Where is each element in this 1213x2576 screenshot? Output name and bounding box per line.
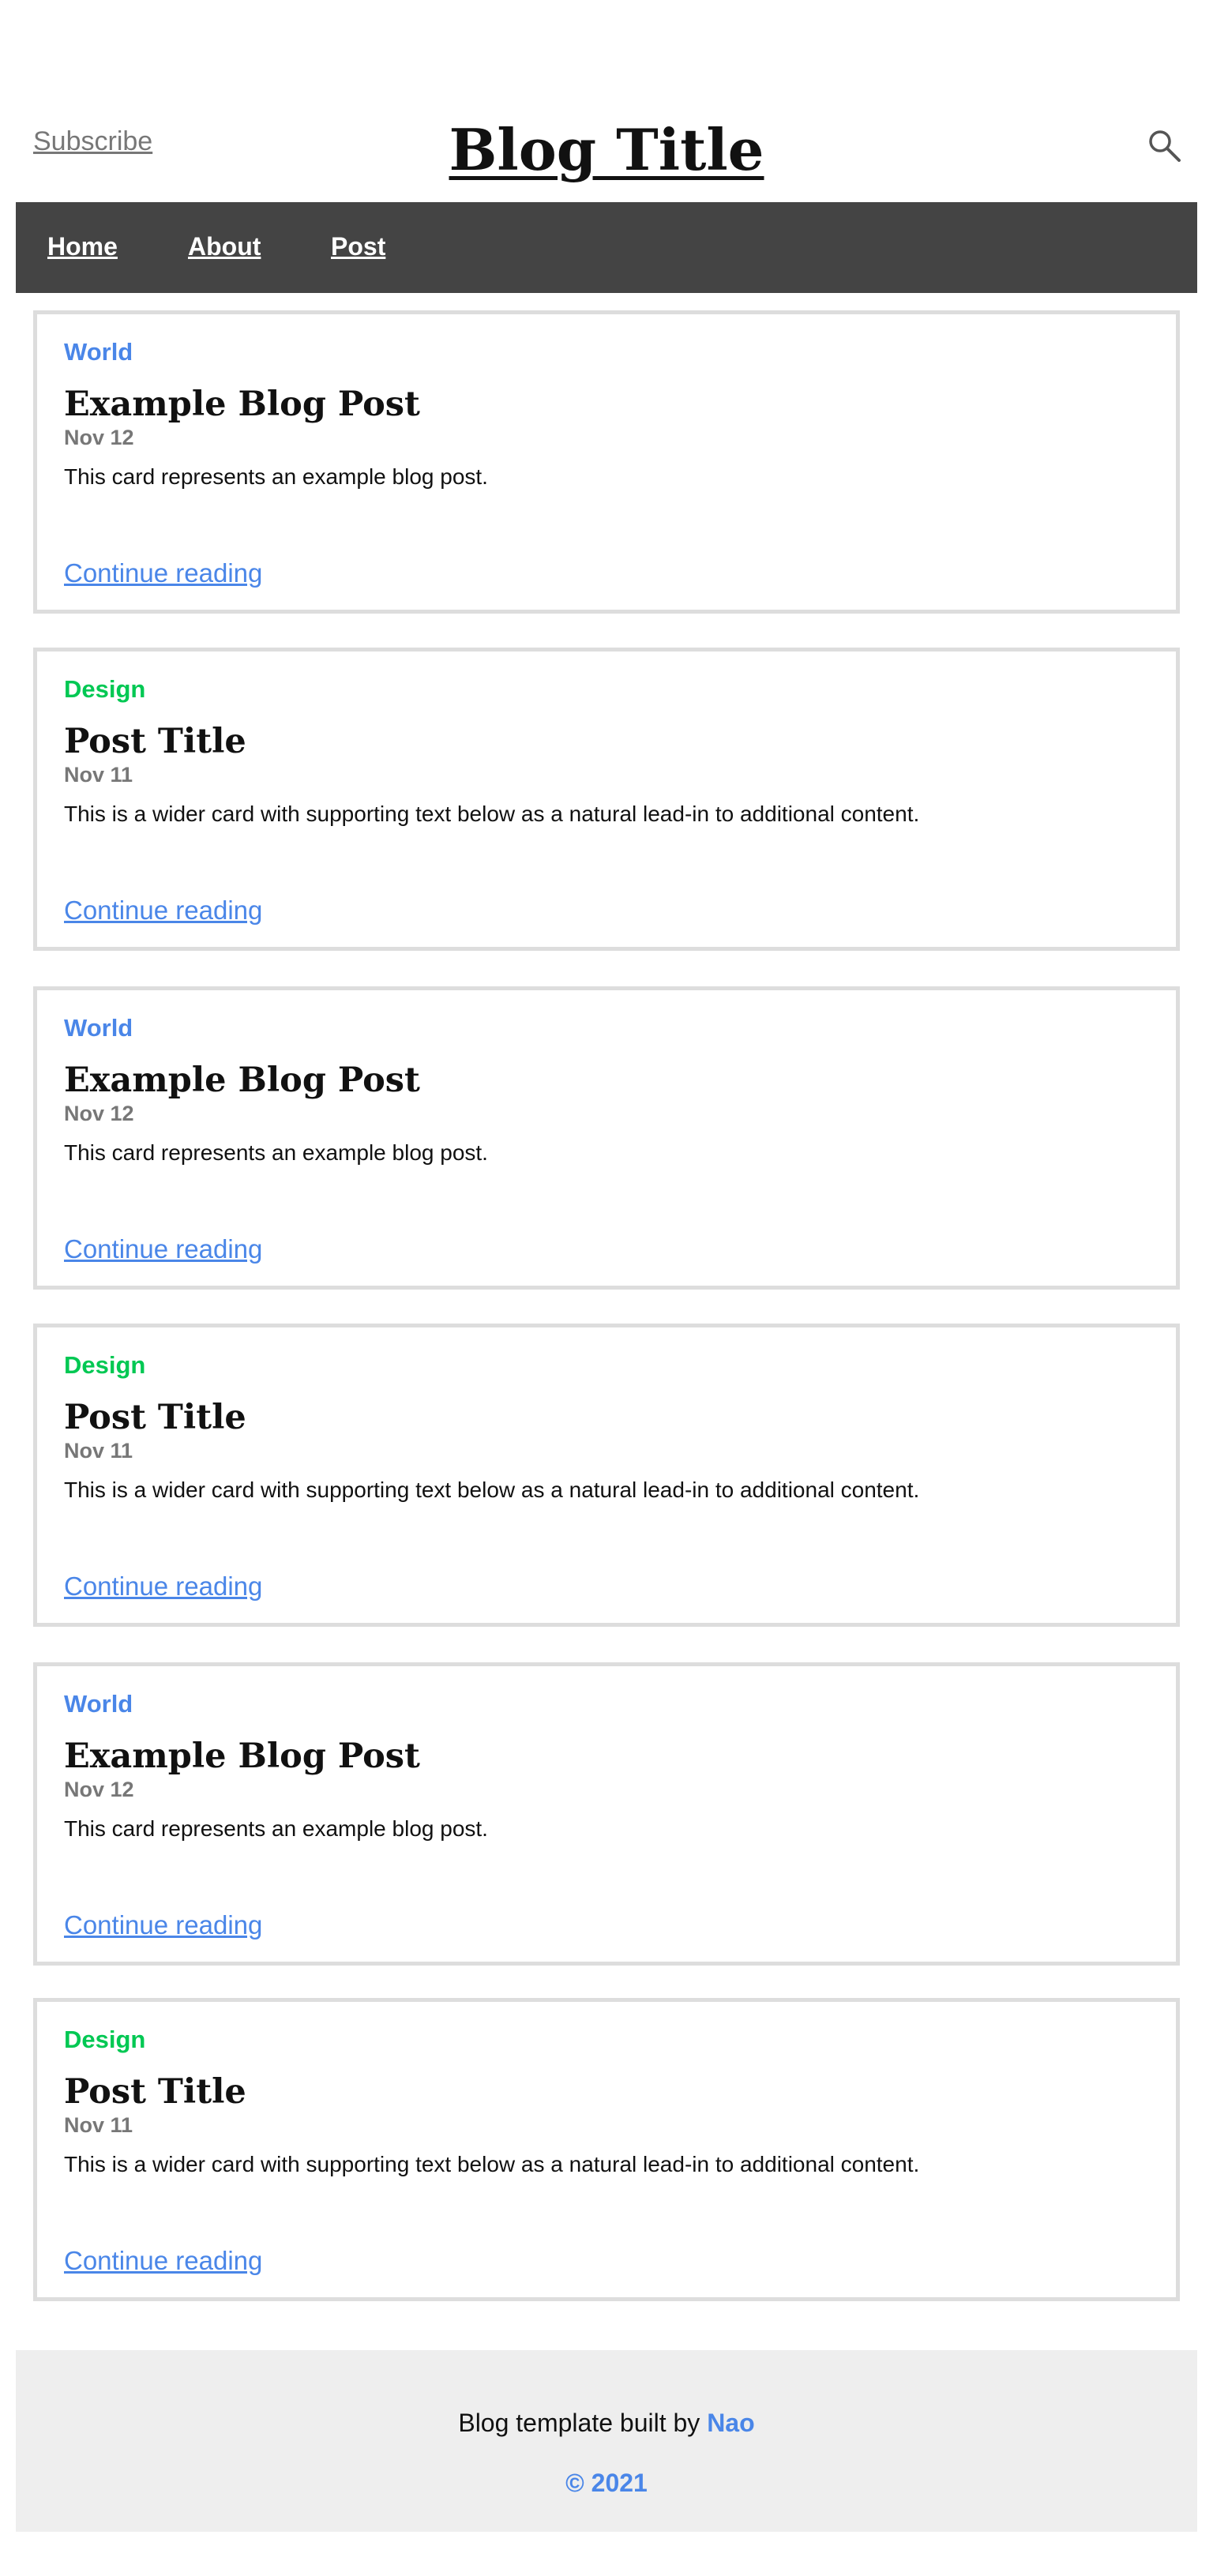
footer-credit: Blog template built by Nao: [16, 2409, 1197, 2438]
card-text: This is a wider card with supporting tex…: [64, 1478, 920, 1502]
card-title: Example Blog Post: [64, 385, 420, 424]
continue-reading-link[interactable]: Continue reading: [64, 2246, 262, 2276]
continue-reading-link[interactable]: Continue reading: [64, 1910, 262, 1940]
footer-copyright: © 2021: [565, 2469, 648, 2497]
card-category[interactable]: Design: [64, 1351, 145, 1380]
card-date: Nov 11: [64, 2113, 133, 2137]
footer-credit-text: Blog template built by: [458, 2409, 700, 2437]
nav-item-about[interactable]: About: [188, 232, 261, 261]
card-date: Nov 12: [64, 1102, 134, 1125]
card-date: Nov 11: [64, 1439, 133, 1463]
card-date: Nov 12: [64, 426, 134, 449]
blog-title[interactable]: Blog Title: [0, 120, 1213, 180]
search-icon[interactable]: [1147, 128, 1181, 163]
card-date: Nov 12: [64, 1778, 134, 1801]
card-text: This card represents an example blog pos…: [64, 1816, 488, 1841]
continue-reading-link[interactable]: Continue reading: [64, 1234, 262, 1264]
post-card: World Example Blog Post Nov 12 This card…: [33, 986, 1180, 1290]
site-header: Subscribe Blog Title: [0, 0, 1213, 202]
nav-item-home[interactable]: Home: [47, 232, 118, 261]
post-card: Design Post Title Nov 11 This is a wider…: [33, 1998, 1180, 2301]
continue-reading-link[interactable]: Continue reading: [64, 896, 262, 926]
card-title: Example Blog Post: [64, 1737, 420, 1776]
card-category[interactable]: World: [64, 338, 133, 366]
card-text: This card represents an example blog pos…: [64, 464, 488, 489]
post-card: World Example Blog Post Nov 12 This card…: [33, 1662, 1180, 1966]
card-text: This card represents an example blog pos…: [64, 1140, 488, 1165]
post-card: World Example Blog Post Nov 12 This card…: [33, 310, 1180, 614]
nav-item-post[interactable]: Post: [331, 232, 385, 261]
card-title: Example Blog Post: [64, 1061, 420, 1100]
continue-reading-link[interactable]: Continue reading: [64, 558, 262, 588]
card-title: Post Title: [64, 1398, 246, 1437]
card-category[interactable]: World: [64, 1014, 133, 1042]
card-category[interactable]: World: [64, 1690, 133, 1718]
main-nav: Home About Post: [16, 202, 1197, 293]
card-title: Post Title: [64, 2072, 246, 2112]
continue-reading-link[interactable]: Continue reading: [64, 1572, 262, 1602]
post-card: Design Post Title Nov 11 This is a wider…: [33, 1324, 1180, 1627]
card-category[interactable]: Design: [64, 2026, 145, 2054]
site-footer: Blog template built by Nao © 2021: [16, 2350, 1197, 2532]
card-text: This is a wider card with supporting tex…: [64, 802, 920, 826]
footer-author-link[interactable]: Nao: [707, 2409, 754, 2437]
card-text: This is a wider card with supporting tex…: [64, 2152, 920, 2176]
post-card: Design Post Title Nov 11 This is a wider…: [33, 648, 1180, 951]
card-date: Nov 11: [64, 763, 133, 787]
card-category[interactable]: Design: [64, 675, 145, 704]
card-title: Post Title: [64, 722, 246, 761]
